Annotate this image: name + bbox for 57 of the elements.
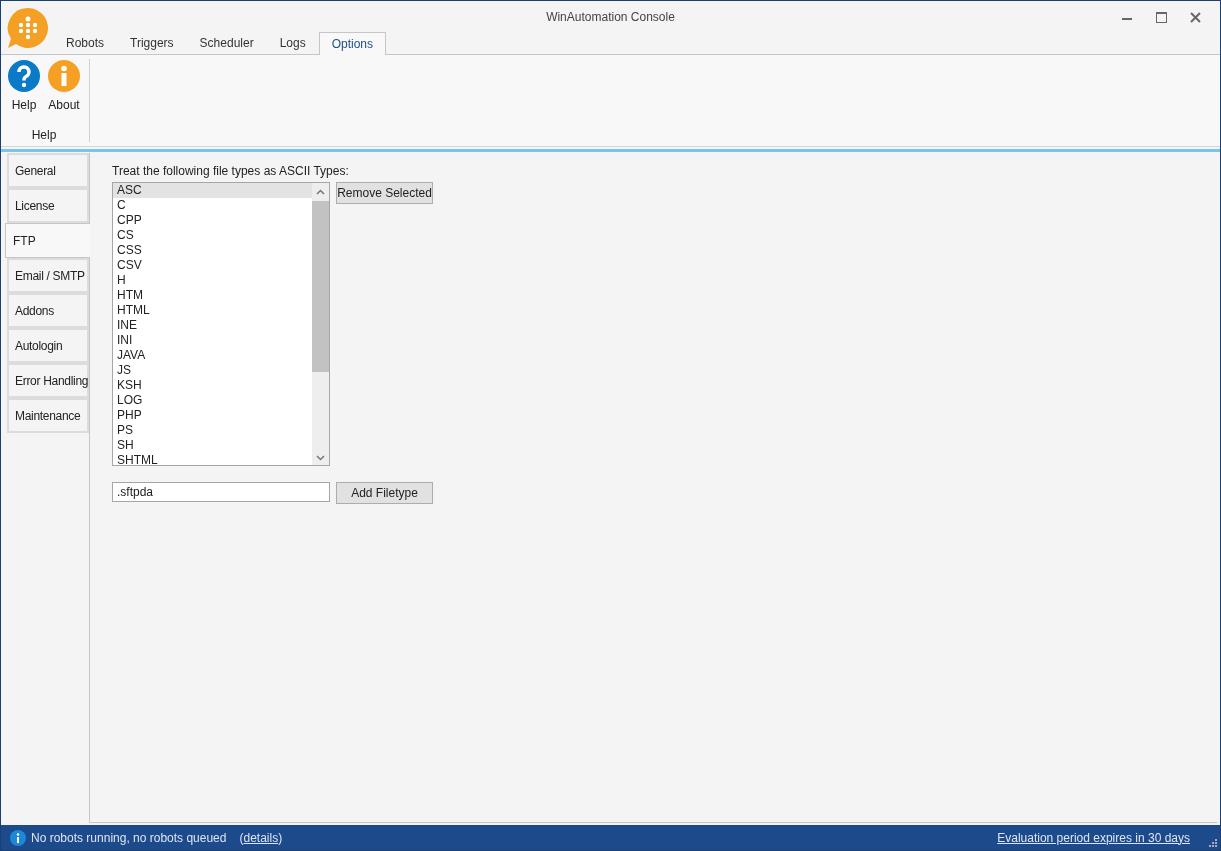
side-tab[interactable]: Maintenance xyxy=(7,398,89,433)
list-item[interactable]: PHP xyxy=(113,408,312,423)
list-item[interactable]: INE xyxy=(113,318,312,333)
scroll-down-icon[interactable] xyxy=(316,455,325,461)
ribbon-tab[interactable]: Triggers xyxy=(117,32,187,54)
question-icon xyxy=(8,60,40,92)
evaluation-link[interactable]: Evaluation period expires in 30 days xyxy=(997,828,1190,847)
ribbon-group-label: Help xyxy=(31,127,57,144)
list-item[interactable]: CSS xyxy=(113,243,312,258)
list-item[interactable]: PS xyxy=(113,423,312,438)
list-item[interactable]: JS xyxy=(113,363,312,378)
section-caption: Treat the following file types as ASCII Types: xyxy=(112,163,350,178)
file-type-list[interactable]: ASC C CPP CS CSS CSV H HTM HTML INE INI JAVA JS KSH LOG PHP PS SH SHTML xyxy=(112,182,330,466)
ribbon-tab[interactable]: Robots xyxy=(53,32,118,54)
list-item[interactable]: HTML xyxy=(113,303,312,318)
list-item[interactable]: SHTML xyxy=(113,453,312,465)
details-link[interactable]: details xyxy=(243,828,279,847)
list-item[interactable]: CS xyxy=(113,228,312,243)
list-item[interactable]: SH xyxy=(113,438,312,453)
scrollbar[interactable] xyxy=(312,183,329,465)
status-message: No robots running, no robots queued xyxy=(31,829,227,847)
about-button[interactable]: About xyxy=(45,60,83,114)
side-tab[interactable]: General xyxy=(7,153,89,188)
help-button[interactable]: Help xyxy=(5,60,43,114)
ribbon-tab[interactable]: Logs xyxy=(266,32,319,54)
side-tab[interactable]: Addons xyxy=(7,293,89,328)
ribbon-tab[interactable]: Options xyxy=(318,32,387,55)
app-logo-icon xyxy=(7,7,49,49)
maximize-icon xyxy=(1155,11,1167,23)
list-item[interactable]: HTM xyxy=(113,288,312,303)
filetype-input[interactable]: .sftpda xyxy=(112,482,330,502)
info-icon xyxy=(10,829,26,846)
list-item[interactable]: KSH xyxy=(113,378,312,393)
scroll-thumb[interactable] xyxy=(312,201,329,372)
list-item[interactable]: INI xyxy=(113,333,312,348)
list-item[interactable]: LOG xyxy=(113,393,312,408)
add-filetype-button[interactable]: Add Filetype xyxy=(336,482,433,504)
side-tab[interactable]: Error Handling xyxy=(7,363,89,398)
window-title: WinAutomation Console xyxy=(546,8,675,26)
side-tab[interactable]: License xyxy=(7,188,89,223)
list-item[interactable]: CSV xyxy=(113,258,312,273)
close-icon xyxy=(1189,11,1201,23)
ribbon-tab[interactable]: Scheduler xyxy=(186,32,267,54)
list-item[interactable]: CPP xyxy=(113,213,312,228)
list-item[interactable]: C xyxy=(113,198,312,213)
side-tab[interactable]: FTP xyxy=(5,223,90,258)
resize-grip-icon xyxy=(1209,839,1217,847)
list-item[interactable]: H xyxy=(113,273,312,288)
list-item[interactable]: ASC xyxy=(113,183,312,198)
parenthesis: ) xyxy=(278,829,283,847)
side-tab[interactable]: Email / SMTP xyxy=(7,258,89,293)
scroll-up-icon[interactable] xyxy=(316,189,325,195)
list-item[interactable]: JAVA xyxy=(113,348,312,363)
remove-selected-button[interactable]: Remove Selected xyxy=(336,182,433,204)
side-tab[interactable]: Autologin xyxy=(7,328,89,363)
info-icon xyxy=(48,60,80,92)
parenthesis: ( xyxy=(239,829,244,847)
